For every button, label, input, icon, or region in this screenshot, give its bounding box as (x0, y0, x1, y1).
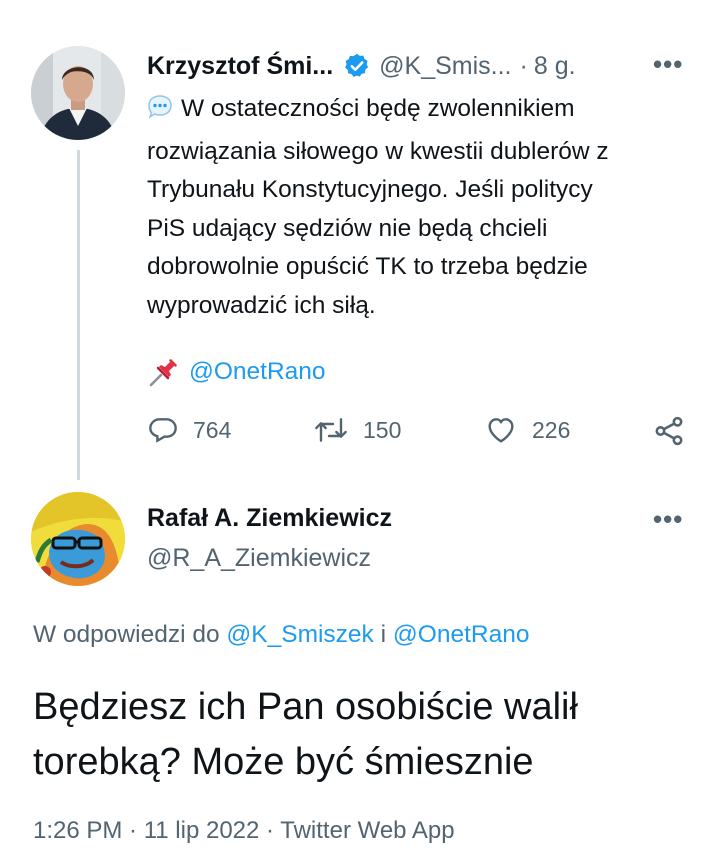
tweet-time[interactable]: 8 g. (534, 52, 576, 81)
replying-to: W odpowiedzi do @K_Smiszek i @OnetRano (33, 621, 529, 649)
tweet-header: Krzysztof Śmi... @K_Smis... · 8 g. (147, 48, 687, 84)
avatar[interactable] (31, 46, 125, 140)
tweet-meta[interactable]: 1:26 PM · 11 lip 2022 · Twitter Web App (33, 817, 455, 845)
tweet-text-line: dobrowolnie opuścić TK to trzeba będzie (147, 253, 588, 281)
pushpin-icon (147, 355, 181, 389)
author-name[interactable]: Krzysztof Śmi... (147, 52, 333, 81)
retweet-icon (313, 414, 349, 446)
thread-connector-line (77, 150, 80, 480)
reply-author-handle[interactable]: @R_A_Ziemkiewicz (147, 544, 371, 573)
like-count: 226 (532, 416, 571, 443)
separator-dot: · (519, 51, 528, 80)
tweet-body: W ostateczności będę zwolennikiem rozwią… (147, 90, 687, 326)
verified-badge-icon (343, 52, 371, 80)
speech-balloon-icon (147, 94, 173, 133)
mention-link[interactable]: @OnetRano (189, 358, 326, 386)
like-icon (484, 414, 518, 446)
retweet-button[interactable]: 150 (313, 414, 401, 446)
share-button[interactable] (652, 414, 686, 448)
tweet-text-line: W ostateczności będę zwolennikiem (181, 95, 575, 122)
share-icon (652, 414, 686, 448)
tweet-actions: 764 150 226 (147, 414, 687, 454)
more-options-icon[interactable]: ••• (653, 506, 683, 532)
replying-prefix: W odpowiedzi do (33, 621, 220, 648)
tweet-text-line: Trybunału Konstytucyjnego. Jeśli polityc… (147, 176, 593, 204)
tweet-text-line: PiS udający sędziów nie będą chcieli (147, 214, 548, 242)
mention-link[interactable]: @K_Smiszek (226, 621, 373, 648)
reply-button[interactable]: 764 (147, 414, 231, 446)
like-button[interactable]: 226 (484, 414, 570, 446)
replying-join: i (380, 621, 387, 648)
reply-text-line: Będziesz ich Pan osobiście walił (33, 686, 578, 728)
reply-author-name[interactable]: Rafał A. Ziemkiewicz (147, 504, 392, 533)
reply-text: Będziesz ich Pan osobiście walił torebką… (33, 680, 693, 790)
reply-text-line: torebką? Może być śmiesznie (33, 741, 534, 783)
reply-count: 764 (193, 416, 232, 443)
tweet-text-line: rozwiązania siłowego w kwestii dublerów … (147, 137, 609, 165)
avatar[interactable] (31, 492, 125, 586)
tweet-text-line: wyprowadzić ich siłą. (147, 291, 376, 319)
more-options-icon[interactable]: ••• (653, 51, 683, 77)
reply-icon (147, 414, 179, 446)
mention-link[interactable]: @OnetRano (393, 621, 530, 648)
pinned-mention: @OnetRano (147, 355, 326, 389)
author-handle[interactable]: @K_Smis... (379, 52, 511, 81)
retweet-count: 150 (363, 416, 402, 443)
